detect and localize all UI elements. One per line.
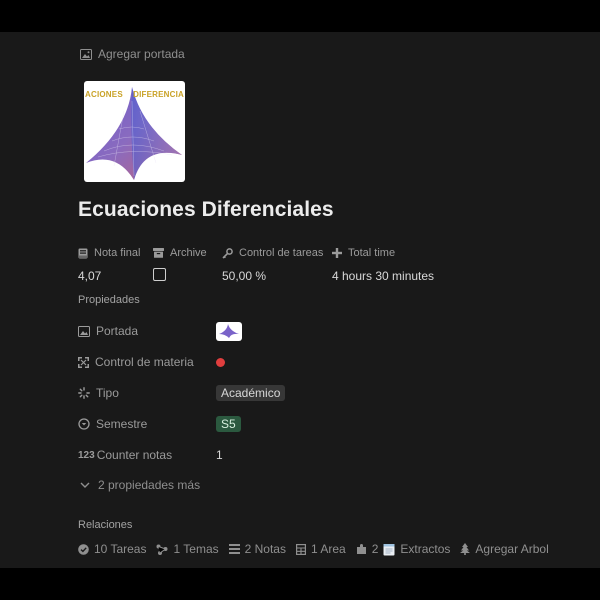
chevron-circle-icon (78, 418, 90, 430)
pine-tree-icon (460, 543, 471, 555)
property-row-counter-notas[interactable]: 123 Counter notas 1 (78, 445, 558, 465)
page-title[interactable]: Ecuaciones Diferenciales (78, 198, 334, 222)
property-value: 50,00 % (222, 269, 267, 283)
relation-temas[interactable]: 1 Temas (156, 542, 219, 556)
property-row-tipo[interactable]: Tipo Académico (78, 383, 558, 403)
property-nota-final[interactable]: Nota final 4,07 (78, 246, 140, 283)
check-circle-icon (78, 543, 89, 555)
property-name: Semestre (96, 417, 148, 431)
expand-icon (78, 356, 89, 368)
property-row-semestre[interactable]: Semestre S5 (78, 414, 558, 434)
relation-tareas[interactable]: 10 Tareas (78, 542, 146, 556)
grid-icon (295, 543, 306, 555)
archive-checkbox[interactable] (153, 268, 166, 281)
number-icon: 123 (78, 449, 95, 461)
more-properties-toggle[interactable]: 2 propiedades más (80, 478, 200, 492)
relation-agregar-arbol[interactable]: Agregar Arbol (460, 542, 549, 556)
property-name: Tipo (96, 386, 119, 400)
properties-section-label: Propiedades (78, 294, 140, 306)
chevron-down-icon (80, 482, 90, 489)
relations-bar: 10 Tareas 1 Temas 2 Notas 1 Area 2 Extra… (78, 541, 559, 557)
document-icon (78, 248, 88, 259)
property-name: Archive (170, 247, 207, 259)
page-icon-image[interactable]: ACIONES DIFERENCIA (84, 81, 185, 182)
property-total-time[interactable]: Total time 4 hours 30 minutes (332, 246, 434, 283)
add-cover-label: Agregar portada (98, 47, 185, 61)
more-properties-label: 2 propiedades más (98, 478, 201, 492)
puzzle-icon (356, 543, 367, 555)
image-icon (78, 325, 90, 337)
property-name: Control de tareas (239, 247, 324, 259)
tree-icon (156, 544, 168, 555)
cover-thumbnail[interactable] (216, 321, 242, 341)
relation-notas[interactable]: 2 Notas (228, 542, 286, 556)
tipo-tag[interactable]: Académico (216, 385, 286, 401)
property-control-de-tareas[interactable]: Control de tareas 50,00 % (222, 246, 323, 283)
relations-section-label: Relaciones (78, 519, 133, 531)
property-name: Portada (96, 324, 139, 338)
loading-spinner-icon (78, 387, 90, 399)
property-row-portada[interactable]: Portada (78, 321, 558, 341)
property-name: Total time (348, 247, 396, 259)
image-icon (80, 48, 92, 60)
relation-count[interactable]: 2 (356, 542, 378, 556)
plus-icon (332, 248, 342, 258)
status-dot (216, 357, 225, 367)
property-name: Counter notas (96, 448, 173, 462)
property-value: 4 hours 30 minutes (332, 269, 435, 283)
page-icon-banner: ACIONES DIFERENCIA (85, 90, 184, 99)
property-value: 4,07 (78, 269, 102, 283)
semestre-tag[interactable]: S5 (216, 416, 241, 432)
memo-icon (383, 543, 395, 556)
property-value: 1 (216, 448, 223, 462)
lines-icon (228, 544, 240, 554)
header-properties: Nota final 4,07 Archive Control de tarea… (78, 246, 558, 286)
archive-box-icon (153, 248, 164, 258)
relation-area[interactable]: 1 Area (295, 542, 346, 556)
relation-extractos[interactable]: Extractos (383, 542, 450, 556)
property-row-control-de-materia[interactable]: Control de materia (78, 352, 558, 372)
key-icon (222, 247, 233, 259)
property-name: Control de materia (95, 355, 194, 369)
notion-page: Agregar portada ACIONES DIFERENCIA Ecuac… (0, 32, 600, 568)
property-name: Nota final (94, 247, 141, 259)
add-cover-button[interactable]: Agregar portada (80, 47, 185, 61)
property-archive[interactable]: Archive (153, 246, 207, 281)
